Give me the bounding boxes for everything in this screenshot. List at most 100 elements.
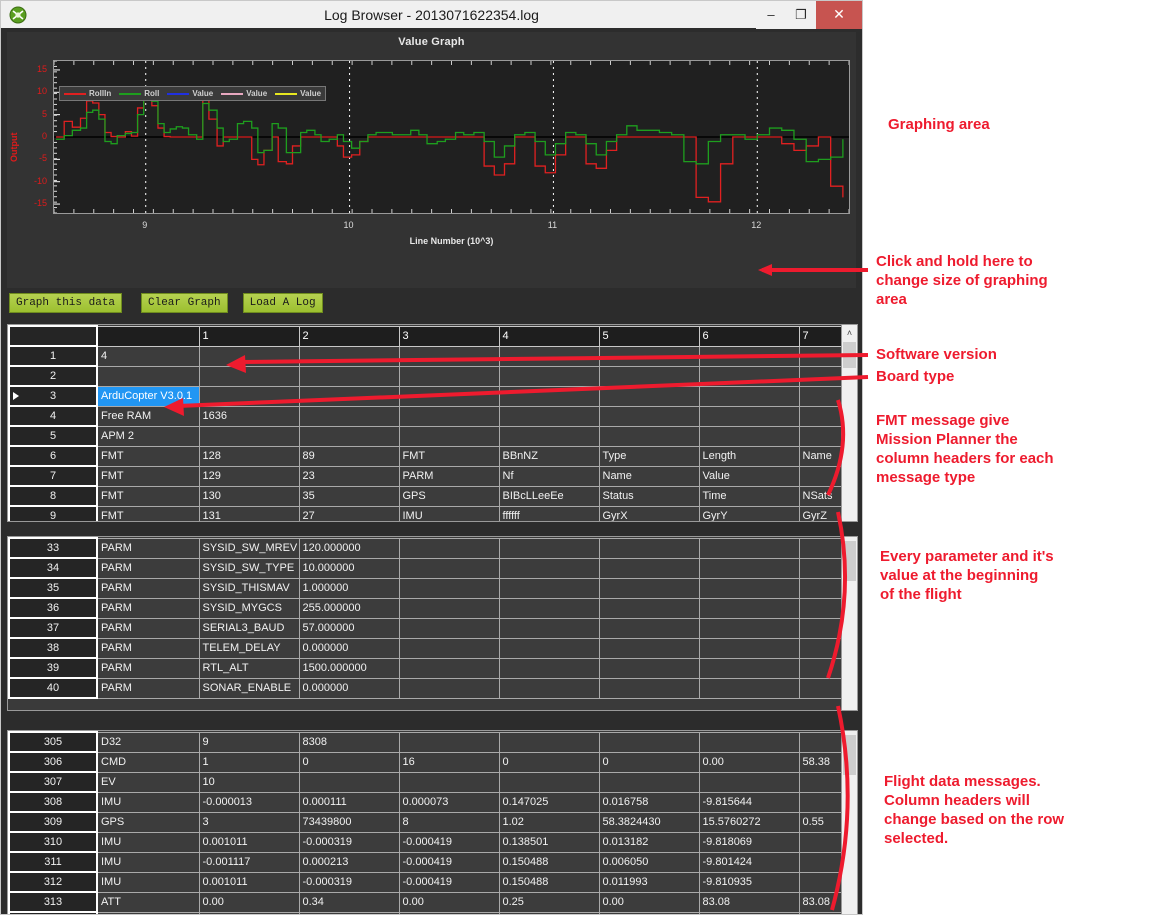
grid-cell[interactable] [498, 637, 600, 659]
grid-cell[interactable]: 0.34 [298, 891, 400, 913]
grid-cell[interactable]: FMT [96, 485, 200, 507]
row-number-cell[interactable]: 310 [8, 831, 98, 853]
grid-cell[interactable]: 0.150488 [498, 871, 600, 893]
grid-cell[interactable] [498, 425, 600, 447]
grid-cell[interactable]: -0.000419 [398, 851, 500, 873]
grid-cell[interactable] [598, 731, 700, 753]
grid-cell[interactable]: 15.5760272 [698, 811, 800, 833]
grid-cell[interactable] [598, 771, 700, 793]
grid-cell[interactable] [398, 537, 500, 559]
grid-cell[interactable]: 1500.000000 [298, 657, 400, 679]
grid-cell[interactable] [598, 537, 700, 559]
grid-cell[interactable]: 255.000000 [298, 597, 400, 619]
grid-cell[interactable] [598, 597, 700, 619]
grid-cell[interactable] [698, 345, 800, 367]
column-header-6[interactable]: 6 [698, 325, 800, 347]
grid-cell[interactable]: GPS [96, 811, 200, 833]
grid-cell[interactable] [398, 617, 500, 639]
row-number-cell[interactable]: 312 [8, 871, 98, 893]
row-number-cell[interactable]: 6 [8, 445, 98, 467]
grid-cell[interactable]: 120.000000 [298, 537, 400, 559]
grid-scrollbar-vertical-flight[interactable] [841, 731, 857, 914]
grid-cell[interactable] [198, 425, 300, 447]
grid-cell[interactable]: 4 [96, 345, 200, 367]
grid-scrollbar-vertical[interactable]: ˄ [841, 325, 857, 521]
grid-cell[interactable]: 1 [198, 751, 300, 773]
grid-cell[interactable]: GyrY [698, 505, 800, 521]
grid-cell[interactable] [498, 677, 600, 699]
row-number-cell[interactable]: 309 [8, 811, 98, 833]
grid-cell[interactable] [398, 597, 500, 619]
row-number-cell[interactable]: 1 [8, 345, 98, 367]
grid-cell[interactable]: FMT [96, 445, 200, 467]
grid-cell[interactable]: 57.000000 [298, 617, 400, 639]
grid-cell[interactable]: IMU [96, 871, 200, 893]
grid-cell[interactable]: -0.000419 [398, 831, 500, 853]
grid-cell[interactable] [498, 405, 600, 427]
row-number-cell[interactable]: 37 [8, 617, 98, 639]
grid-cell[interactable]: SERIAL3_BAUD [198, 617, 300, 639]
grid-cell[interactable]: Type [598, 445, 700, 467]
grid-cell[interactable]: 16 [398, 751, 500, 773]
grid-cell[interactable] [698, 731, 800, 753]
clear-graph-button[interactable]: Clear Graph [141, 293, 228, 313]
grid-cell[interactable] [498, 345, 600, 367]
column-header-1[interactable]: 1 [198, 325, 300, 347]
grid-cell[interactable]: 0 [598, 751, 700, 773]
row-number-cell[interactable]: 311 [8, 851, 98, 873]
grid-cell[interactable] [698, 677, 800, 699]
table-row[interactable]: 35 PARM SYSID_THISMAV 1.000000 [8, 577, 856, 599]
grid-cell[interactable]: Time [698, 485, 800, 507]
maximize-button[interactable]: ❐ [786, 0, 816, 29]
table-row[interactable]: 313 ATT 0.00 0.34 0.00 0.25 0.00 83.08 83.08 [8, 891, 856, 913]
row-number-header[interactable] [8, 325, 98, 347]
grid-cell[interactable] [598, 385, 700, 407]
grid-cell[interactable]: IMU [96, 831, 200, 853]
grid-cell[interactable]: 1.02 [498, 811, 600, 833]
grid-cell[interactable]: 9 [198, 731, 300, 753]
table-row[interactable]: 9 FMT 131 27 IMU ffffff GyrX GyrY GyrZ [8, 505, 856, 521]
row-number-cell[interactable]: 305 [8, 731, 98, 753]
grid-cell[interactable]: PARM [96, 637, 200, 659]
grid-cell[interactable]: 0.000073 [398, 791, 500, 813]
row-number-cell[interactable]: 307 [8, 771, 98, 793]
grid-cell[interactable]: GPS [398, 485, 500, 507]
scrollbar-thumb[interactable] [843, 541, 856, 581]
grid-cell[interactable] [698, 617, 800, 639]
log-data-grid-flight[interactable]: 305 D32 9 8308 306 CMD 1 0 16 0 0 0.00 58.38 307 EV 10 3… [7, 730, 858, 914]
table-row[interactable]: 2 [8, 365, 856, 387]
grid-cell[interactable]: 0.000000 [298, 677, 400, 699]
grid-cell[interactable] [298, 345, 400, 367]
grid-cell[interactable]: 35 [298, 485, 400, 507]
table-row[interactable]: 311 IMU -0.001117 0.000213 -0.000419 0.150488… [8, 851, 856, 873]
grid-cell[interactable]: Free RAM [96, 405, 200, 427]
grid-cell[interactable] [698, 365, 800, 387]
grid-cell[interactable] [398, 577, 500, 599]
grid-cell[interactable] [398, 677, 500, 699]
grid-cell[interactable]: 27 [298, 505, 400, 521]
table-row[interactable]: 7 FMT 129 23 PARM Nf Name Value [8, 465, 856, 487]
table-row[interactable]: 305 D32 9 8308 [8, 731, 856, 753]
grid-cell[interactable]: CMD [96, 751, 200, 773]
grid-cell[interactable]: 10.000000 [298, 557, 400, 579]
table-row[interactable]: 36 PARM SYSID_MYGCS 255.000000 [8, 597, 856, 619]
grid-cell[interactable]: PARM [96, 617, 200, 639]
row-number-cell[interactable]: 35 [8, 577, 98, 599]
grid-cell[interactable] [398, 425, 500, 447]
value-graph-panel[interactable]: Value Graph RollIn Roll Value Value Value Ou… [7, 32, 856, 288]
table-row[interactable]: 39 PARM RTL_ALT 1500.000000 [8, 657, 856, 679]
grid-cell[interactable]: IMU [398, 505, 500, 521]
grid-cell[interactable] [698, 657, 800, 679]
row-number-cell[interactable]: 38 [8, 637, 98, 659]
grid-cell[interactable]: 0.138501 [498, 831, 600, 853]
grid-cell[interactable]: 0.00 [698, 751, 800, 773]
scrollbar-thumb[interactable] [843, 342, 856, 368]
grid-cell[interactable]: SYSID_SW_TYPE [198, 557, 300, 579]
grid-cell[interactable]: RTL_ALT [198, 657, 300, 679]
grid-cell[interactable] [598, 637, 700, 659]
plot-area[interactable] [53, 60, 850, 214]
grid-cell[interactable]: Nf [498, 465, 600, 487]
grid-cell[interactable]: 0 [498, 751, 600, 773]
row-number-cell[interactable]: 8 [8, 485, 98, 507]
grid-cell[interactable] [698, 425, 800, 447]
